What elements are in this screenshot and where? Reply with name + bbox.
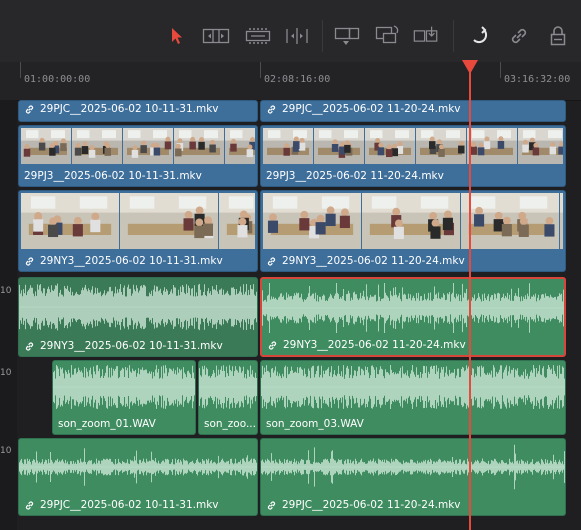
video-thumbnail xyxy=(416,128,466,164)
track-number: 10 xyxy=(0,286,12,296)
link-icon xyxy=(267,340,278,351)
overwrite-clip-icon[interactable] xyxy=(373,22,401,50)
video-thumbnail xyxy=(225,128,255,164)
audio-waveform xyxy=(261,442,565,492)
track-headers: 10 10 10 xyxy=(0,100,17,530)
audio-waveform xyxy=(19,442,257,492)
video-thumbnail xyxy=(362,193,460,249)
clip-label: son_zoom_01.WAV xyxy=(58,418,156,430)
clip-label: 29PJ3__2025-06-02 10-11-31.mkv xyxy=(24,170,202,182)
video-thumbnail xyxy=(314,128,364,164)
video-clip[interactable]: 29PJC__2025-06-02 10-11-31.mkv xyxy=(18,100,258,122)
clip-label: 29PJC__2025-06-02 11-20-24.mkv xyxy=(266,103,461,115)
audio-clip[interactable]: son_zoom_03.WAV xyxy=(260,360,566,435)
audio-clip-selected[interactable]: 29NY3__2025-06-02 11-20-24.mkv xyxy=(260,277,566,357)
video-thumbnail xyxy=(120,193,218,249)
clip-thumbnails xyxy=(263,193,563,249)
video-thumbnail xyxy=(365,128,415,164)
clip-thumbnails xyxy=(263,128,563,164)
link-icon xyxy=(266,500,277,511)
timecode-label: 02:08:16:00 xyxy=(264,74,331,85)
link-icon xyxy=(24,341,35,352)
clip-label: 29PJC__2025-06-02 10-11-31.mkv xyxy=(24,499,219,511)
clip-label: son_zoom_03.WAV xyxy=(266,418,364,430)
video-clip[interactable]: 29PJC__2025-06-02 11-20-24.mkv xyxy=(260,100,566,122)
video-clip[interactable]: 29NY3__2025-06-02 10-11-31.mkv xyxy=(18,190,258,272)
video-thumbnail xyxy=(174,128,224,164)
select-tool-icon[interactable] xyxy=(163,22,191,50)
clip-label: 29NY3__2025-06-02 11-20-24.mkv xyxy=(267,339,466,351)
video-clip[interactable]: 29PJ3__2025-06-02 11-20-24.mkv xyxy=(260,125,566,187)
video-thumbnail xyxy=(518,128,563,164)
timeline-ruler[interactable]: 01:00:00:00 02:08:16:00 03:16:32:00 xyxy=(0,62,581,101)
video-thumbnail xyxy=(467,128,517,164)
track-number: 10 xyxy=(0,368,12,378)
clip-thumbnails xyxy=(21,128,255,164)
dynamic-trim-icon[interactable] xyxy=(244,22,272,50)
audio-clip[interactable]: 29NY3__2025-06-02 10-11-31.mkv xyxy=(18,277,258,357)
link-icon xyxy=(266,256,277,267)
link-icon xyxy=(266,104,277,115)
clip-label: son_zoo... xyxy=(204,418,256,430)
video-thumbnail xyxy=(263,128,313,164)
blade-tool-icon[interactable] xyxy=(283,22,311,50)
playhead-handle[interactable] xyxy=(462,60,478,74)
video-thumbnail xyxy=(263,193,361,249)
trim-tool-icon[interactable] xyxy=(202,22,230,50)
replace-clip-icon[interactable] xyxy=(412,22,440,50)
audio-waveform xyxy=(261,364,565,410)
audio-waveform xyxy=(262,282,564,334)
ruler-tick xyxy=(20,62,21,78)
ruler-tick xyxy=(260,62,261,78)
clip-label: 29NY3__2025-06-02 11-20-24.mkv xyxy=(266,255,465,267)
toolbar-divider xyxy=(322,20,323,52)
position-lock-icon[interactable] xyxy=(544,22,572,50)
timecode-label: 03:16:32:00 xyxy=(504,74,571,85)
timeline-toolbar xyxy=(0,0,581,63)
video-thumbnail xyxy=(219,193,255,249)
audio-clip[interactable]: 29PJC__2025-06-02 11-20-24.mkv xyxy=(260,438,566,516)
video-thumbnail xyxy=(461,193,559,249)
audio-waveform xyxy=(199,364,257,410)
insert-clip-icon[interactable] xyxy=(333,22,361,50)
link-icon xyxy=(24,500,35,511)
video-clip[interactable]: 29NY3__2025-06-02 11-20-24.mkv xyxy=(260,190,566,272)
video-thumbnail xyxy=(72,128,122,164)
audio-clip[interactable]: 29PJC__2025-06-02 10-11-31.mkv xyxy=(18,438,258,516)
video-thumbnail xyxy=(123,128,173,164)
audio-waveform xyxy=(19,281,257,333)
clip-thumbnails xyxy=(21,193,255,249)
video-thumbnail xyxy=(560,193,563,249)
video-thumbnail xyxy=(21,128,71,164)
clip-label: 29NY3__2025-06-02 10-11-31.mkv xyxy=(24,255,223,267)
toolbar-divider xyxy=(453,20,454,52)
video-thumbnail xyxy=(21,193,119,249)
track-number: 10 xyxy=(0,446,12,456)
ruler-tick xyxy=(500,62,501,78)
link-icon xyxy=(24,104,35,115)
clip-label: 29PJ3__2025-06-02 11-20-24.mkv xyxy=(266,170,444,182)
clip-label: 29NY3__2025-06-02 10-11-31.mkv xyxy=(24,340,223,352)
clip-label: 29PJC__2025-06-02 11-20-24.mkv xyxy=(266,499,461,511)
clip-label: 29PJC__2025-06-02 10-11-31.mkv xyxy=(24,103,219,115)
snapping-icon[interactable] xyxy=(466,22,494,50)
audio-clip[interactable]: son_zoom_01.WAV xyxy=(52,360,196,435)
linked-selection-icon[interactable] xyxy=(505,22,533,50)
timecode-label: 01:00:00:00 xyxy=(24,74,91,85)
audio-waveform xyxy=(53,364,195,410)
audio-clip[interactable]: son_zoo... xyxy=(198,360,258,435)
video-clip[interactable]: 29PJ3__2025-06-02 10-11-31.mkv xyxy=(18,125,258,187)
link-icon xyxy=(24,256,35,267)
playhead-line[interactable] xyxy=(469,68,471,530)
